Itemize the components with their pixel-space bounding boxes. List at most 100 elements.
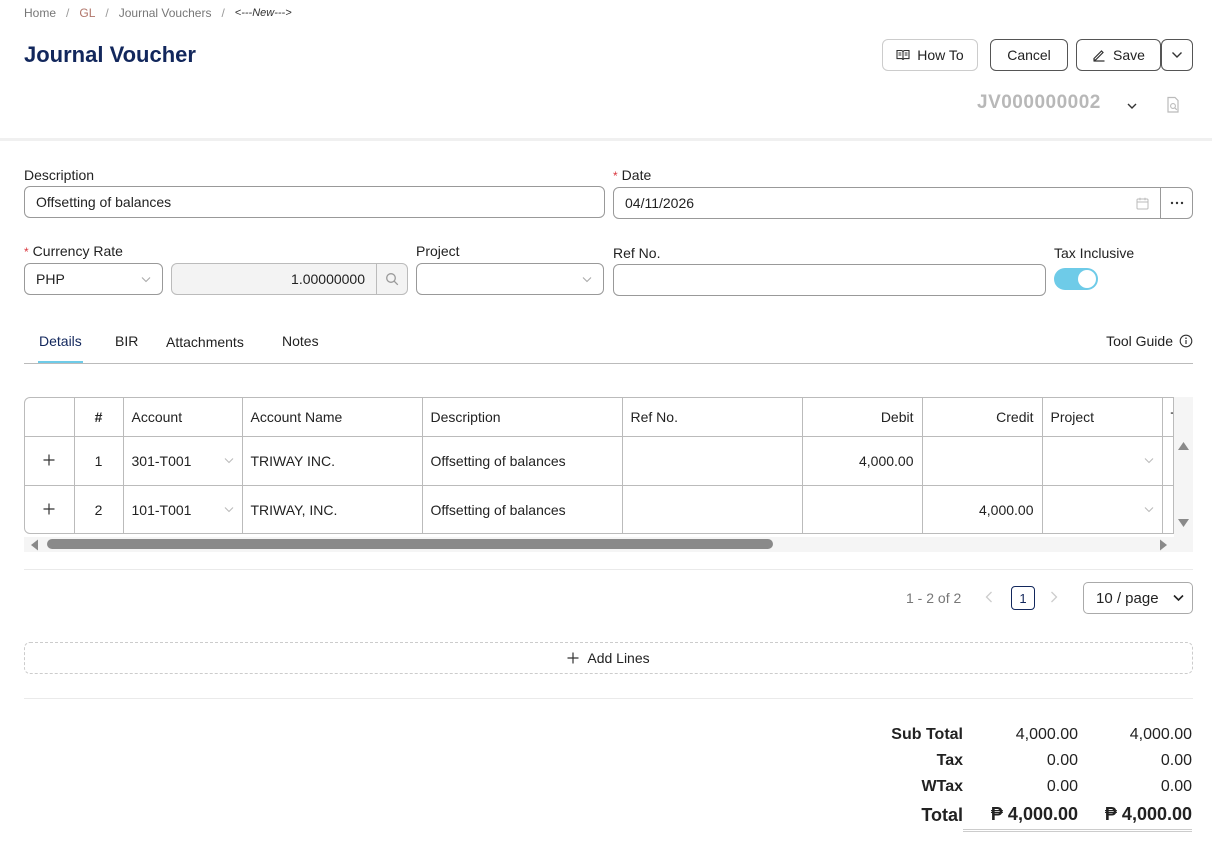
divider xyxy=(24,698,1193,699)
page-title: Journal Voucher xyxy=(24,42,196,67)
book-icon xyxy=(896,49,910,61)
account-name-cell[interactable]: TRIWAY INC. xyxy=(242,436,423,486)
chevron-down-icon xyxy=(582,276,592,282)
credit-cell[interactable] xyxy=(922,436,1043,486)
tax-debit: 0.00 xyxy=(1046,752,1078,769)
currency-rate-input[interactable]: 1.00000000 xyxy=(171,263,377,295)
scroll-right-icon[interactable] xyxy=(1159,539,1168,551)
description-cell[interactable]: Offsetting of balances xyxy=(422,436,623,486)
chevron-down-icon xyxy=(1173,594,1184,602)
scroll-up-icon[interactable] xyxy=(1177,441,1190,451)
column-header-number: # xyxy=(74,398,124,437)
how-to-button[interactable]: How To xyxy=(882,39,978,71)
column-header-credit[interactable]: Credit xyxy=(922,398,1043,437)
description-label: Description xyxy=(24,167,95,183)
grid-header-row: # Account Account Name Description Ref N… xyxy=(25,398,1173,437)
currency-rate-label-wrap: * Currency Rate xyxy=(24,243,123,259)
calendar-icon[interactable] xyxy=(1136,197,1149,210)
how-to-label: How To xyxy=(917,47,964,63)
toggle-knob xyxy=(1078,270,1096,288)
account-select[interactable]: 101-T001 xyxy=(123,485,243,533)
vertical-scrollbar[interactable] xyxy=(1174,397,1193,552)
save-label: Save xyxy=(1113,47,1145,63)
pagination-range: 1 - 2 of 2 xyxy=(906,590,962,606)
drag-handle-icon[interactable] xyxy=(25,485,75,533)
debit-cell[interactable] xyxy=(802,485,923,533)
truncated-cell[interactable] xyxy=(1162,436,1173,486)
chevron-down-icon xyxy=(141,276,151,282)
search-icon xyxy=(386,273,399,286)
currency-select[interactable]: PHP xyxy=(24,263,163,295)
tab-attachments[interactable]: Attachments xyxy=(166,334,244,350)
sub-total-label: Sub Total xyxy=(891,726,963,743)
account-name-cell[interactable]: TRIWAY, INC. xyxy=(242,485,423,533)
ref-no-cell[interactable] xyxy=(622,436,803,486)
page-size-select[interactable]: 10 / page xyxy=(1083,582,1193,614)
add-lines-button[interactable]: Add Lines xyxy=(24,642,1193,674)
truncated-cell[interactable] xyxy=(1162,485,1173,533)
project-select[interactable] xyxy=(1042,485,1163,533)
column-header-description[interactable]: Description xyxy=(422,398,623,437)
drag-handle-icon[interactable] xyxy=(25,436,75,486)
date-input[interactable]: 04/11/2026 xyxy=(613,187,1161,219)
tax-inclusive-label: Tax Inclusive xyxy=(1054,245,1135,261)
voucher-chevron-icon[interactable] xyxy=(1126,98,1138,114)
save-button[interactable]: Save xyxy=(1076,39,1161,71)
required-marker: * xyxy=(24,245,29,259)
tab-bar: Details BIR Attachments Notes Tool Guide xyxy=(24,333,1193,364)
breadcrumb-gl[interactable]: GL xyxy=(79,6,95,20)
header-divider xyxy=(0,138,1212,141)
tab-details[interactable]: Details xyxy=(39,333,82,349)
chevron-down-icon xyxy=(224,507,233,513)
sub-total-debit: 4,000.00 xyxy=(1015,726,1078,743)
currency-rate-label: Currency Rate xyxy=(32,243,123,259)
ref-no-cell[interactable] xyxy=(622,485,803,533)
scroll-left-icon[interactable] xyxy=(30,539,39,551)
column-header-truncated[interactable]: T xyxy=(1162,398,1173,437)
breadcrumb-home[interactable]: Home xyxy=(24,6,56,20)
column-header-account-name[interactable]: Account Name xyxy=(242,398,423,437)
total-debit: ₱ 4,000.00 xyxy=(990,804,1078,824)
column-header-ref-no[interactable]: Ref No. xyxy=(622,398,803,437)
tool-guide-button[interactable]: Tool Guide xyxy=(1106,333,1193,349)
project-select[interactable] xyxy=(1042,436,1163,486)
date-more-button[interactable] xyxy=(1160,187,1193,219)
description-input[interactable]: Offsetting of balances xyxy=(24,186,605,218)
column-header-project[interactable]: Project xyxy=(1042,398,1163,437)
credit-cell[interactable]: 4,000.00 xyxy=(922,485,1043,533)
breadcrumb-journal-vouchers[interactable]: Journal Vouchers xyxy=(119,6,212,20)
wtax-credit: 0.00 xyxy=(1160,778,1192,795)
journal-lines-grid: # Account Account Name Description Ref N… xyxy=(24,397,1174,534)
page-number-button[interactable]: 1 xyxy=(1011,586,1035,610)
breadcrumb: Home / GL / Journal Vouchers / <---New--… xyxy=(24,6,292,20)
debit-cell[interactable]: 4,000.00 xyxy=(802,436,923,486)
date-label-wrap: * Date xyxy=(613,167,651,183)
column-header-debit[interactable]: Debit xyxy=(802,398,923,437)
project-label: Project xyxy=(416,243,460,259)
horizontal-scroll-thumb[interactable] xyxy=(47,539,773,549)
tab-bir[interactable]: BIR xyxy=(115,333,138,349)
previous-page-icon[interactable] xyxy=(985,590,993,606)
description-cell[interactable]: Offsetting of balances xyxy=(422,485,623,533)
account-select[interactable]: 301-T001 xyxy=(123,436,243,486)
tax-inclusive-toggle[interactable] xyxy=(1054,268,1098,290)
table-row: 1 301-T001 TRIWAY INC. Offsetting of bal… xyxy=(25,436,1173,486)
save-options-button[interactable] xyxy=(1161,39,1193,71)
rate-search-button[interactable] xyxy=(376,263,408,295)
date-label: Date xyxy=(621,167,652,183)
description-value: Offsetting of balances xyxy=(36,194,172,210)
cancel-label: Cancel xyxy=(1007,47,1051,63)
column-header-account[interactable]: Account xyxy=(123,398,243,437)
scroll-down-icon[interactable] xyxy=(1177,518,1190,528)
document-search-icon[interactable] xyxy=(1165,96,1181,117)
breadcrumb-separator: / xyxy=(221,6,225,20)
cancel-button[interactable]: Cancel xyxy=(990,39,1068,71)
add-lines-label: Add Lines xyxy=(587,650,650,666)
breadcrumb-separator: / xyxy=(105,6,109,20)
tax-label: Tax xyxy=(936,752,963,769)
tab-notes[interactable]: Notes xyxy=(282,333,319,349)
ref-no-label: Ref No. xyxy=(613,245,661,261)
next-page-icon[interactable] xyxy=(1050,590,1058,606)
project-select[interactable] xyxy=(416,263,604,295)
ref-no-input[interactable] xyxy=(613,264,1046,296)
